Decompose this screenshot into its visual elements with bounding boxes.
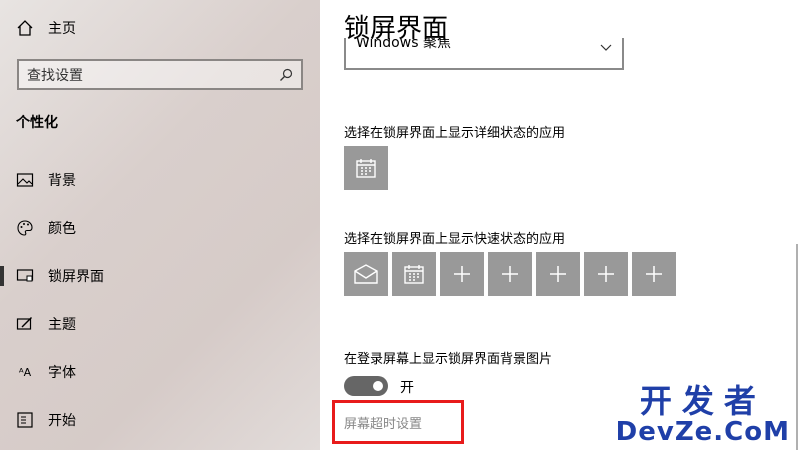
calendar-icon bbox=[356, 159, 376, 178]
sidebar-item-label: 锁屏界面 bbox=[48, 269, 104, 285]
signin-background-label: 在登录屏幕上显示锁屏界面背景图片 bbox=[344, 352, 553, 367]
mail-app-tile[interactable] bbox=[344, 252, 388, 296]
mail-icon bbox=[354, 264, 378, 284]
sidebar-item-label: 开始 bbox=[48, 413, 76, 429]
watermark-logo: 开发者 DevZe.CoM bbox=[616, 384, 790, 446]
lock-screen-icon bbox=[16, 269, 34, 282]
watermark-cn: 开发者 bbox=[639, 382, 766, 420]
sidebar-item-lock-screen[interactable]: 锁屏界面 bbox=[0, 264, 320, 288]
sidebar-item-label: 背景 bbox=[48, 173, 76, 189]
home-label: 主页 bbox=[48, 21, 76, 37]
add-app-tile[interactable] bbox=[536, 252, 580, 296]
search-input[interactable]: 查找设置 bbox=[17, 59, 303, 90]
calendar-app-tile[interactable] bbox=[392, 252, 436, 296]
plus-icon bbox=[598, 266, 614, 282]
toggle-state-label: 开 bbox=[400, 380, 414, 396]
selected-indicator bbox=[0, 266, 4, 286]
settings-sidebar: 主页 查找设置 个性化 背景 颜色 锁屏界面 主题 ᴬA 字体 开始 bbox=[0, 0, 320, 450]
add-app-tile[interactable] bbox=[584, 252, 628, 296]
plus-icon bbox=[550, 266, 566, 282]
sidebar-item-background[interactable]: 背景 bbox=[0, 168, 320, 192]
home-icon bbox=[17, 20, 33, 36]
themes-icon bbox=[16, 317, 32, 330]
search-icon bbox=[280, 68, 293, 81]
watermark-en: DevZe.CoM bbox=[615, 417, 790, 447]
dropdown-value: Windows 聚焦 bbox=[356, 38, 451, 51]
plus-icon bbox=[454, 266, 470, 282]
sidebar-item-start[interactable]: 开始 bbox=[0, 408, 320, 432]
search-placeholder: 查找设置 bbox=[27, 67, 83, 84]
sidebar-item-fonts[interactable]: ᴬA 字体 bbox=[0, 360, 320, 384]
palette-icon bbox=[17, 220, 33, 236]
sidebar-item-label: 主题 bbox=[48, 317, 76, 333]
signin-background-toggle[interactable] bbox=[344, 376, 388, 396]
calendar-icon bbox=[404, 265, 424, 284]
picture-icon bbox=[16, 173, 34, 187]
add-app-tile[interactable] bbox=[488, 252, 532, 296]
toggle-knob bbox=[373, 381, 383, 391]
sidebar-item-colors[interactable]: 颜色 bbox=[0, 216, 320, 240]
background-dropdown[interactable]: Windows 聚焦 bbox=[344, 38, 624, 70]
home-nav-item[interactable]: 主页 bbox=[16, 16, 76, 40]
add-app-tile[interactable] bbox=[632, 252, 676, 296]
sidebar-item-themes[interactable]: 主题 bbox=[0, 312, 320, 336]
sidebar-item-label: 字体 bbox=[48, 365, 76, 381]
calendar-app-tile[interactable] bbox=[344, 146, 388, 190]
add-app-tile[interactable] bbox=[440, 252, 484, 296]
sidebar-item-label: 颜色 bbox=[48, 221, 76, 237]
font-icon: ᴬA bbox=[18, 365, 32, 379]
chevron-down-icon bbox=[600, 44, 612, 51]
plus-icon bbox=[502, 266, 518, 282]
plus-icon bbox=[646, 266, 662, 282]
red-highlight-box bbox=[332, 400, 464, 444]
scrollbar[interactable] bbox=[796, 244, 798, 450]
start-icon bbox=[17, 412, 33, 428]
detailed-status-label: 选择在锁屏界面上显示详细状态的应用 bbox=[344, 126, 566, 141]
section-title: 个性化 bbox=[16, 115, 58, 131]
quick-status-label: 选择在锁屏界面上显示快速状态的应用 bbox=[344, 232, 566, 247]
